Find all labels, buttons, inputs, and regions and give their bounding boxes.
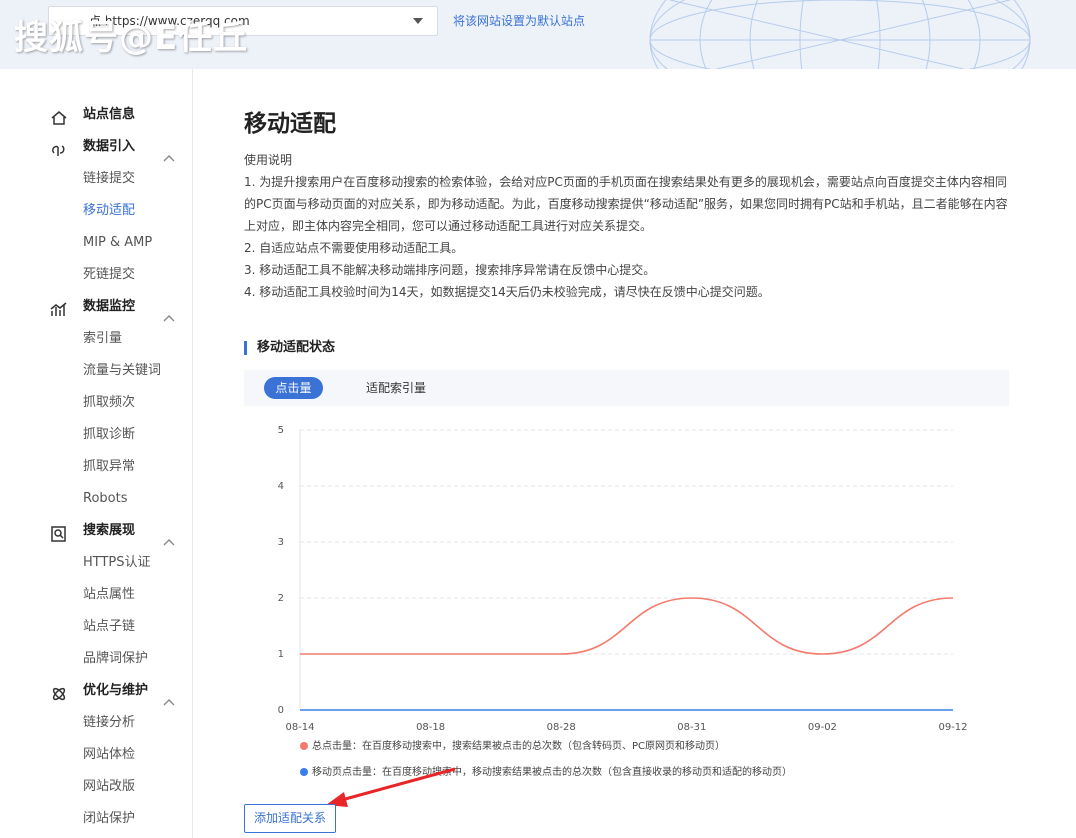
tab-adapted-index[interactable]: 适配索引量	[366, 377, 426, 399]
watermark: 搜狐号@E任丘	[14, 18, 249, 58]
legend-dot	[300, 768, 308, 776]
legend-total-clicks[interactable]: 总点击量：在百度移动搜索中，搜索结果被点击的总次数（包含转码页、PC原网页和移动…	[300, 740, 725, 754]
x-tick-label: 08-18	[416, 722, 445, 733]
sidebar-item-1[interactable]: 数据引入	[0, 131, 192, 163]
sidebar-group-label: 数据引入	[83, 139, 136, 154]
chart-icon	[50, 299, 68, 316]
x-tick-label: 09-12	[938, 722, 967, 733]
y-tick-label: 2	[278, 593, 284, 604]
sidebar-item-12[interactable]: Robots	[0, 483, 192, 515]
sidebar-item-label: 站点子链	[83, 619, 136, 634]
chevron-up-icon[interactable]	[163, 527, 175, 546]
sidebar-item-4[interactable]: MIP & AMP	[0, 227, 192, 259]
sidebar-group-label: 搜索展现	[83, 523, 136, 538]
sidebar-item-13[interactable]: 搜索展现	[0, 515, 192, 547]
y-tick-label: 4	[278, 481, 284, 492]
sidebar-item-14[interactable]: HTTPS认证	[0, 547, 192, 579]
sidebar: 站点信息数据引入链接提交移动适配 MIP & AMP 死链提交数据监控索引量流量与关…	[0, 69, 193, 838]
sidebar-item-label: 抓取异常	[83, 459, 136, 474]
set-default-site-link[interactable]: 将该网站设置为默认站点	[453, 12, 585, 29]
sidebar-group-label: 站点信息	[83, 107, 136, 122]
y-tick-label: 3	[278, 537, 284, 548]
sidebar-item-7[interactable]: 索引量	[0, 323, 192, 355]
x-tick-label: 08-14	[285, 722, 314, 733]
x-tick-label: 08-28	[547, 722, 576, 733]
sidebar-item-22[interactable]: 闭站保护	[0, 803, 192, 835]
sidebar-item-label: MIP & AMP	[83, 235, 153, 250]
sidebar-item-2[interactable]: 链接提交	[0, 163, 192, 195]
clicks-line-chart: 0 1 2 3 4 5 08-14 08-18 08-28 08-31 09-02 09-12	[278, 425, 968, 733]
red-arrow-annotation-icon	[326, 767, 456, 807]
desc-line-1: 1. 为提升搜索用户在百度移动搜索的检索体验，会给对应PC页面的手机页面在搜索结…	[244, 175, 1008, 233]
sidebar-item-label: 品牌词保护	[83, 651, 149, 666]
chevron-up-icon[interactable]	[163, 303, 175, 322]
tab-bar: 点击量 适配索引量	[244, 370, 1009, 406]
y-tick-label: 0	[278, 705, 284, 716]
x-tick-label: 09-02	[808, 722, 837, 733]
sidebar-item-label: 流量与关键词	[83, 363, 162, 378]
sidebar-group-label: 数据监控	[83, 299, 136, 314]
sidebar-item-label: 抓取诊断	[83, 427, 136, 442]
sidebar-item-19[interactable]: 链接分析	[0, 707, 192, 739]
y-tick-label: 1	[278, 649, 284, 660]
sidebar-item-label: 索引量	[83, 331, 123, 346]
chevron-up-icon[interactable]	[163, 143, 175, 162]
dropdown-caret-icon[interactable]	[413, 18, 423, 24]
desc-line-4: 4. 移动适配工具校验时间为14天，如数据提交14天后仍未校验完成，请尽快在反馈…	[244, 285, 770, 299]
y-tick-label: 5	[278, 425, 284, 436]
sidebar-item-16[interactable]: 站点子链	[0, 611, 192, 643]
sidebar-item-3[interactable]: 移动适配	[0, 195, 192, 227]
sidebar-item-label: 站点属性	[83, 587, 136, 602]
sidebar-item-label: HTTPS认证	[83, 555, 151, 570]
globe-decoration-icon	[649, 0, 1031, 69]
sidebar-item-label: 闭站保护	[83, 811, 136, 826]
sidebar-item-label: 死链提交	[83, 267, 136, 282]
sidebar-item-9[interactable]: 抓取频次	[0, 387, 192, 419]
sidebar-item-label: 链接分析	[83, 715, 136, 730]
desc-line-3: 3. 移动适配工具不能解决移动端排序问题，搜索排序异常请在反馈中心提交。	[244, 263, 656, 277]
sidebar-item-label: 移动适配	[83, 203, 136, 218]
sidebar-item-6[interactable]: 数据监控	[0, 291, 192, 323]
desc-heading: 使用说明	[244, 153, 293, 167]
sidebar-item-20[interactable]: 网站体检	[0, 739, 192, 771]
chevron-up-icon[interactable]	[163, 687, 175, 706]
search-display-icon	[50, 523, 68, 542]
desc-line-2: 2. 自适应站点不需要使用移动适配工具。	[244, 241, 464, 255]
sidebar-group-label: 优化与维护	[83, 683, 149, 698]
top-banner: 点 https://www.czerqq.com 将该网站设置为默认站点 搜狐号…	[0, 0, 1076, 69]
sidebar-item-5[interactable]: 死链提交	[0, 259, 192, 291]
sidebar-item-label: Robots	[83, 491, 128, 506]
sidebar-item-label: 网站体检	[83, 747, 136, 762]
sidebar-item-label: 网站改版	[83, 779, 136, 794]
add-adaptation-button[interactable]: 添加适配关系	[244, 804, 336, 833]
legend-dot	[300, 742, 308, 750]
optimize-icon	[50, 683, 68, 701]
home-icon	[50, 107, 68, 125]
sidebar-item-label: 抓取频次	[83, 395, 136, 410]
page-title: 移动适配	[244, 111, 336, 137]
sidebar-item-17[interactable]: 品牌词保护	[0, 643, 192, 675]
sidebar-item-8[interactable]: 流量与关键词	[0, 355, 192, 387]
sidebar-item-0[interactable]: 站点信息	[0, 99, 192, 131]
legend-label: 总点击量：在百度移动搜索中，搜索结果被点击的总次数（包含转码页、PC原网页和移动…	[312, 741, 726, 752]
sidebar-item-21[interactable]: 网站改版	[0, 771, 192, 803]
sidebar-item-label: 链接提交	[83, 171, 136, 186]
sidebar-item-10[interactable]: 抓取诊断	[0, 419, 192, 451]
tab-clicks[interactable]: 点击量	[264, 377, 323, 399]
sidebar-item-15[interactable]: 站点属性	[0, 579, 192, 611]
sidebar-item-11[interactable]: 抓取异常	[0, 451, 192, 483]
data-import-icon	[50, 139, 68, 156]
x-tick-label: 08-31	[677, 722, 706, 733]
section-title: 移动适配状态	[244, 338, 335, 358]
usage-description: 使用说明 1. 为提升搜索用户在百度移动搜索的检索体验，会给对应PC页面的手机页…	[244, 149, 1014, 303]
sidebar-item-18[interactable]: 优化与维护	[0, 675, 192, 707]
series-line-0	[300, 597, 954, 655]
